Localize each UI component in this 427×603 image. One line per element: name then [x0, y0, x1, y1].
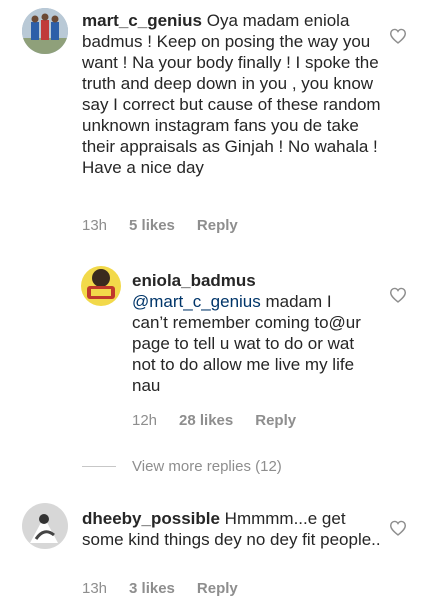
avatar-image	[22, 503, 68, 549]
comment-meta: 12h 28 likes Reply	[132, 412, 318, 429]
avatar[interactable]	[22, 503, 68, 549]
comment-time: 13h	[82, 580, 108, 597]
comment-likes[interactable]: 5 likes	[129, 217, 175, 234]
comment-likes[interactable]: 3 likes	[129, 580, 175, 597]
heart-outline-icon[interactable]	[389, 287, 407, 303]
avatar-image	[22, 8, 68, 54]
avatar[interactable]	[22, 8, 68, 54]
comment-time: 12h	[132, 412, 158, 429]
reply-button[interactable]: Reply	[255, 412, 296, 429]
heart-outline-icon[interactable]	[389, 28, 407, 44]
comment-body: dheeby_possible Hmmmm...e get some kind …	[82, 508, 382, 550]
comment-body: eniola_badmus @mart_c_genius madam I can…	[132, 270, 372, 396]
reply-button[interactable]: Reply	[197, 580, 238, 597]
divider-line	[82, 466, 116, 467]
comment-username[interactable]: mart_c_genius	[82, 11, 202, 30]
comment-time: 13h	[82, 217, 108, 234]
reply-button[interactable]: Reply	[197, 217, 238, 234]
avatar-image	[81, 266, 121, 306]
comment-text: Oya madam eniola badmus ! Keep on posing…	[82, 11, 381, 177]
avatar[interactable]	[81, 266, 121, 306]
comment-body: mart_c_genius Oya madam eniola badmus ! …	[82, 10, 382, 178]
comment-meta: 13h 3 likes Reply	[82, 580, 260, 597]
comment-meta: 13h 5 likes Reply	[82, 217, 260, 234]
view-more-replies-link[interactable]: View more replies (12)	[132, 458, 282, 475]
comment-username[interactable]: dheeby_possible	[82, 509, 220, 528]
comment-likes[interactable]: 28 likes	[179, 412, 233, 429]
heart-outline-icon[interactable]	[389, 520, 407, 536]
mention-link[interactable]: @mart_c_genius	[132, 292, 261, 311]
comment-username[interactable]: eniola_badmus	[132, 271, 256, 290]
